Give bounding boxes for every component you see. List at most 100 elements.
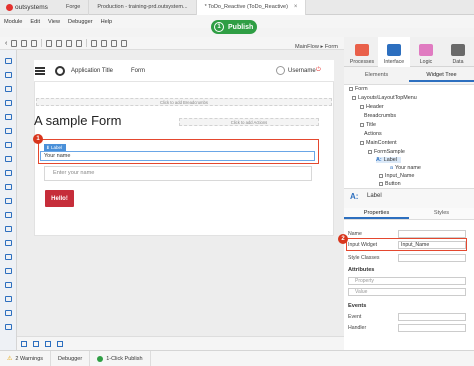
tab-label: * ToDo_Reactive (ToDo_Reactive)	[204, 4, 288, 10]
property-input[interactable]: Property	[348, 277, 466, 285]
align-center-icon[interactable]	[101, 39, 108, 47]
tab-label: Forge	[66, 4, 81, 10]
close-icon[interactable]: ×	[294, 4, 298, 10]
event-field[interactable]	[398, 313, 466, 321]
tool-input-icon[interactable]	[5, 86, 12, 92]
tree-item-actions[interactable]: Actions	[364, 131, 382, 137]
tab-production[interactable]: Production - training-prd.outsystem...	[89, 0, 197, 15]
value-input[interactable]: Value	[348, 288, 466, 296]
tree-item-maincontent[interactable]: MainContent	[360, 140, 397, 146]
one-click-publish-button[interactable]: 1-Click Publish	[90, 350, 151, 366]
menu-edit[interactable]: Edit	[30, 19, 40, 25]
attributes-heading: Attributes	[348, 267, 375, 273]
tree-item-formsample[interactable]: FormSample	[368, 149, 405, 155]
tool-textarea-icon[interactable]	[5, 100, 12, 106]
menu-module[interactable]: Module	[4, 19, 22, 25]
tab-properties[interactable]: Properties	[344, 208, 409, 219]
properties-tabs: Properties Styles	[344, 208, 474, 220]
tool-radio-icon[interactable]	[5, 128, 12, 134]
form-icon	[368, 150, 372, 154]
tree-item-inputname[interactable]: Input_Name	[379, 173, 414, 179]
breadcrumbs-placeholder[interactable]: Click to add Breadcrumbs	[36, 98, 332, 106]
align-right-icon[interactable]	[111, 39, 118, 47]
align-left-icon[interactable]	[91, 39, 98, 47]
tree-item-label-selected[interactable]: A: Label	[376, 157, 401, 163]
tab-todo-reactive[interactable]: * ToDo_Reactive (ToDo_Reactive) ×	[196, 0, 307, 15]
menu-debugger[interactable]: Debugger	[68, 19, 93, 25]
label-icon: A:	[376, 157, 382, 163]
tool-form-icon[interactable]	[5, 282, 12, 288]
pan-icon[interactable]	[33, 341, 39, 347]
name-field[interactable]	[398, 230, 466, 238]
menu-icon[interactable]	[35, 67, 45, 75]
tree-item-yourname[interactable]: a Your name	[390, 165, 421, 171]
tool-if-icon[interactable]	[5, 240, 12, 246]
logout-icon[interactable]: ⏻	[316, 67, 321, 74]
layout-icon[interactable]	[45, 341, 51, 347]
tree-item-button[interactable]: Button	[379, 181, 401, 187]
preview-icon[interactable]	[46, 39, 53, 47]
tree-item-title[interactable]: Title	[360, 122, 376, 128]
format-icon[interactable]	[57, 341, 63, 347]
tab-interface[interactable]: Interface	[378, 37, 410, 67]
undo-icon[interactable]	[66, 39, 73, 47]
publish-button[interactable]: 1 Publish	[211, 20, 257, 34]
tree-item-header[interactable]: Header	[360, 104, 384, 110]
status-bar: ⚠ 2 Warnings Debugger 1-Click Publish	[0, 350, 474, 366]
tree-item-label: Your name	[395, 165, 421, 171]
tool-expression-icon[interactable]	[5, 58, 12, 64]
tool-popover-icon[interactable]	[5, 310, 12, 316]
tab-elements[interactable]: Elements	[344, 70, 409, 82]
style-classes-field[interactable]	[398, 254, 466, 262]
tool-checkbox-icon[interactable]	[5, 114, 12, 120]
desktop-icon[interactable]	[31, 39, 38, 47]
tab-data[interactable]: Data	[442, 37, 474, 67]
block-icon	[352, 96, 356, 100]
menu-view[interactable]: View	[48, 19, 60, 25]
tree-item-form[interactable]: Form	[349, 86, 368, 92]
menu-link-form[interactable]: Form	[131, 68, 145, 74]
tree-item-breadcrumbs[interactable]: Breadcrumbs	[364, 113, 396, 119]
redo-icon[interactable]	[76, 39, 83, 47]
tool-icon-icon[interactable]	[5, 324, 12, 330]
tool-dropdown-icon[interactable]	[5, 156, 12, 162]
actions-placeholder[interactable]: Click to add Actions	[179, 118, 319, 126]
placeholder-icon	[360, 123, 364, 127]
menu-help[interactable]: Help	[101, 19, 113, 25]
tool-container-icon[interactable]	[5, 226, 12, 232]
tab-widget-tree[interactable]: Widget Tree	[409, 70, 474, 82]
tree-item-layout[interactable]: Layouts\LayoutTopMenu	[352, 95, 417, 101]
tool-button-icon[interactable]	[5, 184, 12, 190]
select-icon[interactable]	[21, 341, 27, 347]
warnings-button[interactable]: ⚠ 2 Warnings	[0, 350, 52, 366]
handler-field[interactable]	[398, 324, 466, 332]
tab-label: Data	[452, 59, 464, 65]
widgets-icon[interactable]	[56, 39, 63, 47]
name-input[interactable]: Enter your name	[44, 166, 312, 181]
back-icon[interactable]: ‹	[5, 40, 7, 47]
publish-status-label: 1-Click Publish	[106, 355, 143, 362]
tree-item-label: Label	[383, 157, 397, 163]
tablet-icon[interactable]	[21, 39, 28, 47]
tool-upload-icon[interactable]	[5, 170, 12, 176]
tool-block-icon[interactable]	[5, 296, 12, 302]
username[interactable]: Username	[288, 68, 316, 74]
tab-forge[interactable]: Forge	[58, 0, 90, 15]
tab-logic[interactable]: Logic	[410, 37, 442, 67]
tool-text-icon[interactable]	[5, 72, 12, 78]
tool-image-icon[interactable]	[5, 212, 12, 218]
tab-processes[interactable]: Processes	[346, 37, 378, 67]
tool-list-icon[interactable]	[5, 268, 12, 274]
placeholder-icon	[360, 141, 364, 145]
hello-button[interactable]: Hello!	[45, 190, 74, 207]
tree-item-label: Breadcrumbs	[364, 113, 397, 119]
tool-switch-icon[interactable]	[5, 142, 12, 148]
debugger-button[interactable]: Debugger	[51, 350, 91, 366]
tool-link-icon[interactable]	[5, 198, 12, 204]
tool-table-icon[interactable]	[5, 254, 12, 260]
tab-styles[interactable]: Styles	[409, 208, 474, 219]
grid-icon[interactable]	[121, 39, 128, 47]
page-title[interactable]: A sample Form	[34, 113, 121, 128]
phone-icon[interactable]	[11, 39, 18, 47]
toolbar: ‹	[0, 37, 344, 50]
